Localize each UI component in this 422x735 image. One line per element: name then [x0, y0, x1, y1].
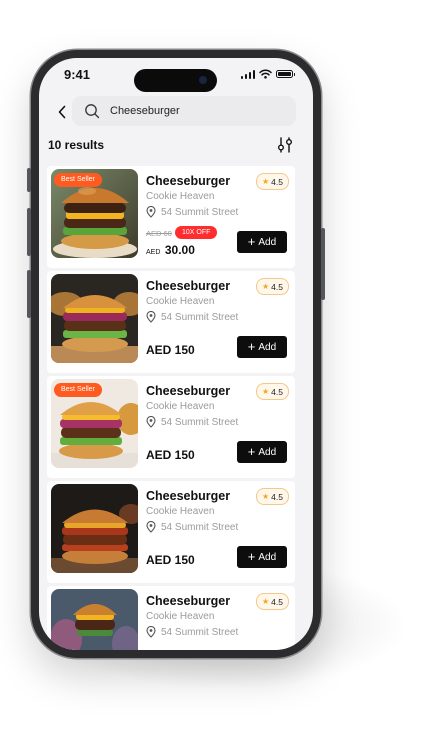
- currency: AED: [146, 249, 161, 256]
- rating-value: 4.5: [271, 596, 283, 607]
- rating-badge: ★ 4.5: [256, 593, 289, 610]
- rating-badge: ★ 4.5: [256, 488, 289, 505]
- new-price: AED 30.00: [146, 241, 195, 259]
- status-bar: 9:41: [39, 58, 313, 94]
- address-text: 54 Summit Street: [161, 206, 239, 218]
- product-title: Cheeseburger: [146, 279, 231, 293]
- rating-badge: ★ 4.5: [256, 173, 289, 190]
- star-icon: ★: [262, 177, 270, 186]
- best-seller-badge: Best Seller: [54, 383, 102, 397]
- rating-value: 4.5: [271, 176, 283, 187]
- rating-value: 4.5: [271, 491, 283, 502]
- product-image: Best Seller: [51, 379, 138, 468]
- star-icon: ★: [262, 597, 270, 606]
- camera-icon: [199, 76, 207, 84]
- rating-badge: ★ 4.5: [256, 383, 289, 400]
- address-text: 54 Summit Street: [161, 521, 239, 533]
- search-input[interactable]: [108, 104, 262, 118]
- location-pin-icon: [146, 311, 156, 323]
- product-card[interactable]: Cheeseburger ★ 4.5 Cookie Heaven 54 Summ…: [47, 481, 295, 583]
- product-image: [51, 589, 138, 650]
- shop-name: Cookie Heaven: [146, 506, 215, 517]
- search-bar[interactable]: [72, 96, 296, 126]
- star-icon: ★: [262, 387, 270, 396]
- location-pin-icon: [146, 416, 156, 428]
- address: 54 Summit Street: [146, 206, 238, 218]
- address-text: 54 Summit Street: [161, 626, 239, 638]
- dynamic-island: [134, 69, 217, 92]
- price-value: 30.00: [164, 243, 195, 257]
- product-title: Cheeseburger: [146, 594, 231, 608]
- star-icon: ★: [262, 492, 270, 501]
- plus-icon: +: [247, 339, 256, 354]
- product-title: Cheeseburger: [146, 174, 231, 188]
- rating-value: 4.5: [271, 281, 283, 292]
- location-pin-icon: [146, 206, 156, 218]
- wifi-icon: [259, 69, 272, 79]
- power-button: [321, 228, 325, 300]
- star-icon: ★: [262, 282, 270, 291]
- plus-icon: +: [247, 549, 256, 564]
- phone-screen: 9:41 Cheeseburger 10 results Best Seller…: [39, 58, 313, 650]
- address: 54 Summit Street: [146, 416, 238, 428]
- volume-down-button: [27, 270, 31, 318]
- add-button[interactable]: + Add: [237, 441, 287, 463]
- address: 54 Summit Street: [146, 521, 238, 533]
- product-list: Best Seller Cheeseburger ★ 4.5 Cookie He…: [47, 166, 295, 650]
- price: AED 150: [146, 343, 195, 357]
- add-label: Add: [258, 551, 277, 563]
- location-pin-icon: [146, 521, 156, 533]
- add-button[interactable]: + Add: [237, 336, 287, 358]
- filter-icon: [278, 137, 292, 153]
- add-label: Add: [258, 446, 277, 458]
- signal-icon: [240, 69, 255, 79]
- product-image: [51, 484, 138, 573]
- address-text: 54 Summit Street: [161, 416, 239, 428]
- shop-name: Cookie Heaven: [146, 401, 215, 412]
- address-text: 54 Summit Street: [161, 311, 239, 323]
- product-card[interactable]: Best Seller Cheeseburger ★ 4.5 Cookie He…: [47, 166, 295, 268]
- shop-name: Cookie Heaven: [146, 611, 215, 622]
- price: AED 150: [146, 553, 195, 567]
- back-button[interactable]: [52, 102, 72, 122]
- product-title: Cheeseburger: [146, 489, 231, 503]
- best-seller-badge: Best Seller: [54, 173, 102, 187]
- product-card[interactable]: Best Seller Cheeseburger ★ 4.5 Cookie He…: [47, 376, 295, 478]
- location-pin-icon: [146, 626, 156, 638]
- rating-badge: ★ 4.5: [256, 278, 289, 295]
- price: AED 150: [146, 448, 195, 462]
- battery-icon: [276, 70, 295, 78]
- rating-value: 4.5: [271, 386, 283, 397]
- product-card[interactable]: Cheeseburger ★ 4.5 Cookie Heaven 54 Summ…: [47, 586, 295, 650]
- product-image: Best Seller: [51, 169, 138, 258]
- chevron-left-icon: [58, 105, 66, 119]
- results-count: 10 results: [48, 138, 105, 152]
- add-label: Add: [258, 236, 277, 248]
- filter-button[interactable]: [277, 136, 293, 154]
- add-button[interactable]: + Add: [237, 546, 287, 568]
- search-icon: [84, 103, 100, 119]
- add-label: Add: [258, 341, 277, 353]
- address: 54 Summit Street: [146, 626, 238, 638]
- status-icons: [240, 69, 295, 79]
- product-image: [51, 274, 138, 363]
- old-price: AED 60: [146, 229, 172, 238]
- product-card[interactable]: Cheeseburger ★ 4.5 Cookie Heaven 54 Summ…: [47, 271, 295, 373]
- shop-name: Cookie Heaven: [146, 296, 215, 307]
- discount-badge: 10X OFF: [175, 226, 218, 239]
- status-time: 9:41: [64, 67, 91, 82]
- address: 54 Summit Street: [146, 311, 238, 323]
- search-header: [39, 96, 313, 128]
- volume-up-button: [27, 208, 31, 256]
- plus-icon: +: [247, 234, 256, 249]
- product-title: Cheeseburger: [146, 384, 231, 398]
- shop-name: Cookie Heaven: [146, 191, 215, 202]
- mute-switch: [27, 168, 31, 192]
- results-row: 10 results: [39, 134, 313, 156]
- add-button[interactable]: + Add: [237, 231, 287, 253]
- plus-icon: +: [247, 444, 256, 459]
